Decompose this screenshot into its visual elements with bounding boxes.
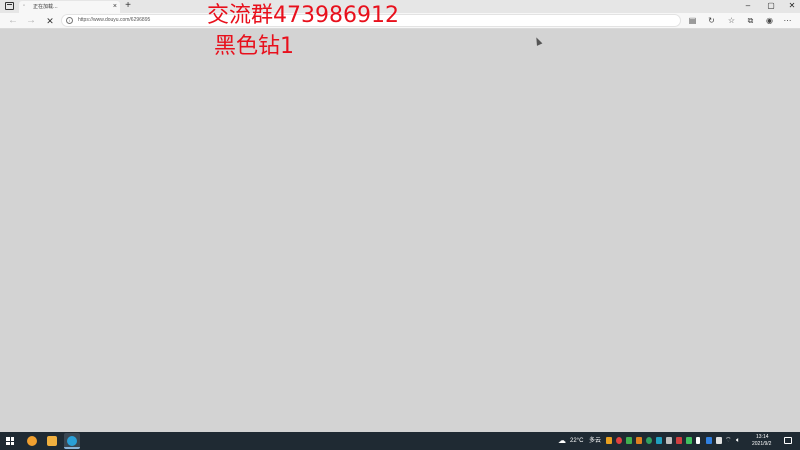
notification-icon[interactable] bbox=[784, 437, 792, 444]
tray-app-icon[interactable] bbox=[636, 437, 642, 444]
tray-app-icon[interactable] bbox=[616, 437, 622, 444]
tab-title: 正在加载... bbox=[33, 4, 58, 10]
volume-icon[interactable]: 🔈︎ bbox=[736, 436, 740, 446]
weather-temp[interactable]: 22°C bbox=[570, 436, 583, 446]
weather-desc[interactable]: 多云 bbox=[589, 436, 601, 446]
taskbar-edge-app[interactable] bbox=[64, 433, 80, 449]
minimize-button[interactable]: – bbox=[742, 1, 754, 11]
back-button[interactable]: ← bbox=[6, 14, 20, 28]
clock-date[interactable]: 2021/9/2 bbox=[752, 441, 771, 448]
start-menu-icon[interactable] bbox=[6, 437, 14, 445]
microphone-icon[interactable] bbox=[696, 437, 700, 444]
overlay-group-text: 交流群473986912 bbox=[207, 3, 399, 28]
close-window-button[interactable]: ✕ bbox=[786, 1, 798, 11]
tray-app-icon[interactable] bbox=[676, 437, 682, 444]
tray-app-icon[interactable] bbox=[606, 437, 612, 444]
taskbar-app-2[interactable] bbox=[44, 433, 60, 449]
tray-app-icon[interactable] bbox=[626, 437, 632, 444]
stop-loading-button[interactable]: ✕ bbox=[43, 14, 57, 28]
browser-tab-strip: ◦ 正在加载... × + – ▢ ✕ bbox=[0, 0, 800, 13]
mouse-cursor-icon bbox=[533, 36, 543, 46]
address-url[interactable]: https://www.douyu.com/6296895 bbox=[78, 16, 150, 25]
more-menu-icon[interactable]: ⋯ bbox=[782, 15, 793, 26]
app-circle-icon bbox=[27, 436, 37, 446]
clock-time[interactable]: 13:14 bbox=[756, 434, 769, 441]
new-tab-button[interactable]: + bbox=[123, 0, 133, 12]
tray-app-icon[interactable] bbox=[646, 437, 652, 444]
browser-toolbar: ← → ✕ i https://www.douyu.com/6296895 ▤ … bbox=[0, 13, 800, 29]
browser-tab[interactable]: ◦ 正在加载... × bbox=[19, 1, 120, 13]
edge-browser-icon bbox=[67, 436, 77, 446]
collections-icon[interactable]: ⧉ bbox=[745, 15, 756, 26]
tray-app-icon[interactable] bbox=[666, 437, 672, 444]
tab-close-button[interactable]: × bbox=[113, 2, 117, 11]
network-icon[interactable]: ⌔ bbox=[725, 436, 732, 446]
windows-taskbar: ☁ 22°C 多云 ⌔ 🔈︎ 13:14 2021/9/2 bbox=[0, 432, 800, 450]
loading-favicon-icon: ◦ bbox=[23, 3, 26, 9]
profile-icon[interactable]: ◉ bbox=[764, 15, 775, 26]
tray-app-icon[interactable] bbox=[686, 437, 692, 444]
tab-actions-icon[interactable] bbox=[5, 2, 14, 10]
weather-cloud-icon: ☁ bbox=[558, 436, 566, 445]
site-info-icon[interactable]: i bbox=[66, 17, 73, 24]
forward-button[interactable]: → bbox=[24, 14, 38, 28]
refresh-extension-icon[interactable]: ↻ bbox=[706, 15, 717, 26]
bluetooth-icon[interactable] bbox=[706, 437, 712, 444]
taskbar-app-1[interactable] bbox=[24, 433, 40, 449]
maximize-button[interactable]: ▢ bbox=[765, 1, 777, 11]
folder-icon bbox=[47, 436, 57, 446]
tray-app-icon[interactable] bbox=[656, 437, 662, 444]
favorites-icon[interactable]: ☆ bbox=[726, 15, 737, 26]
reading-view-icon[interactable]: ▤ bbox=[687, 15, 698, 26]
overlay-name-text: 黑色钻1 bbox=[214, 34, 294, 59]
battery-icon[interactable] bbox=[716, 437, 722, 444]
